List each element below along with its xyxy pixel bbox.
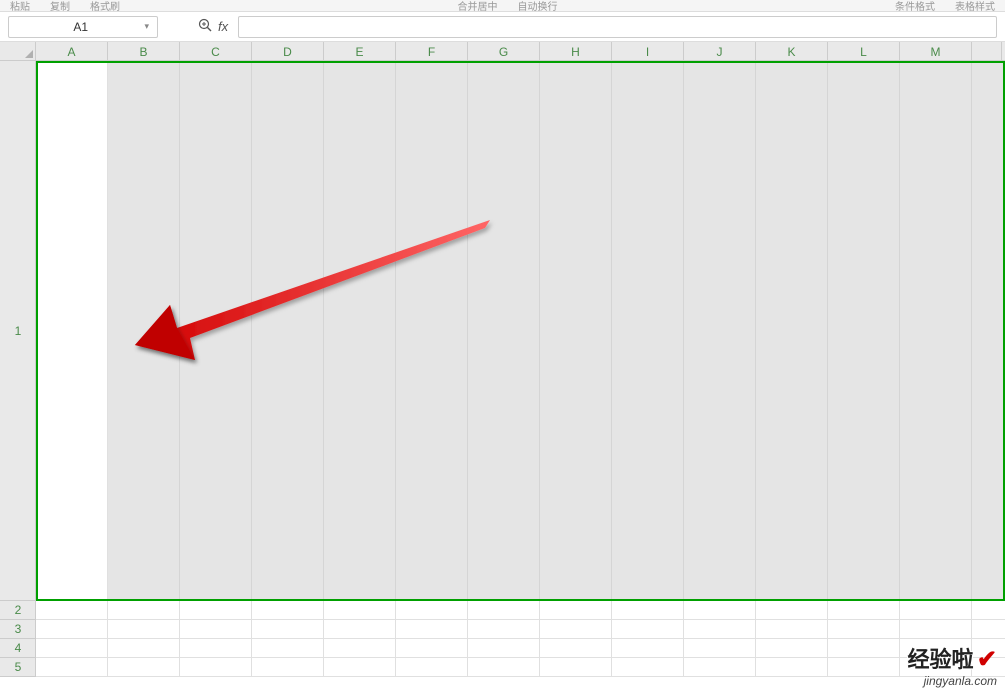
row-header-4[interactable]: 4 xyxy=(0,639,36,658)
col-header-L[interactable]: L xyxy=(828,42,900,61)
col-header-M[interactable]: M xyxy=(900,42,972,61)
cell-H1[interactable] xyxy=(540,61,612,600)
col-header-G[interactable]: G xyxy=(468,42,540,61)
row-1-selected-range[interactable] xyxy=(108,61,1005,600)
cell-M1[interactable] xyxy=(900,61,972,600)
zoom-icon[interactable] xyxy=(198,18,212,35)
toolbar-label-merge[interactable]: 合并居中 xyxy=(448,0,508,12)
fx-label[interactable]: fx xyxy=(218,19,228,34)
cell-A1[interactable] xyxy=(36,61,108,601)
cell-D1[interactable] xyxy=(252,61,324,600)
column-headers: A B C D E F G H I J K L M xyxy=(36,42,1005,61)
watermark-url: jingyanla.com xyxy=(908,674,997,688)
cell-G1[interactable] xyxy=(468,61,540,600)
row-headers: 1 2 3 4 5 xyxy=(0,61,36,677)
name-box[interactable]: A1 ▾ xyxy=(8,16,158,38)
row-header-5[interactable]: 5 xyxy=(0,658,36,677)
row-header-3[interactable]: 3 xyxy=(0,620,36,639)
cell-C1[interactable] xyxy=(180,61,252,600)
col-header-partial[interactable] xyxy=(972,42,1002,61)
chevron-down-icon[interactable]: ▾ xyxy=(144,21,149,32)
checkmark-icon: ✔ xyxy=(977,646,997,673)
row-4[interactable] xyxy=(36,639,1005,658)
col-header-I[interactable]: I xyxy=(612,42,684,61)
select-all-corner[interactable] xyxy=(0,42,36,61)
toolbar-label-table-style[interactable]: 表格样式 xyxy=(945,0,1005,12)
cell-E1[interactable] xyxy=(324,61,396,600)
ribbon-toolbar: 粘贴 复制 格式刷 合并居中 自动换行 条件格式 表格样式 xyxy=(0,0,1005,12)
toolbar-label-wrap[interactable]: 自动换行 xyxy=(508,0,568,12)
col-header-E[interactable]: E xyxy=(324,42,396,61)
toolbar-label-cond-format[interactable]: 条件格式 xyxy=(885,0,945,12)
name-box-value: A1 xyxy=(17,20,144,34)
toolbar-label-format-painter[interactable]: 格式刷 xyxy=(80,0,130,12)
cells-area[interactable] xyxy=(36,61,1005,677)
formula-input[interactable] xyxy=(238,16,997,38)
cell-I1[interactable] xyxy=(612,61,684,600)
watermark: 经验啦 ✔ jingyanla.com xyxy=(908,642,997,688)
col-header-B[interactable]: B xyxy=(108,42,180,61)
cell-F1[interactable] xyxy=(396,61,468,600)
cell-L1[interactable] xyxy=(828,61,900,600)
cell-J1[interactable] xyxy=(684,61,756,600)
row-1[interactable] xyxy=(36,61,1005,601)
watermark-text: 经验啦 xyxy=(908,647,974,672)
row-2[interactable] xyxy=(36,601,1005,620)
spreadsheet-grid: A B C D E F G H I J K L M 1 2 3 4 5 xyxy=(0,42,1005,696)
row-header-2[interactable]: 2 xyxy=(0,601,36,620)
toolbar-label-paste[interactable]: 粘贴 xyxy=(0,0,40,12)
col-header-C[interactable]: C xyxy=(180,42,252,61)
col-header-D[interactable]: D xyxy=(252,42,324,61)
corner-triangle-icon xyxy=(25,50,33,58)
row-5[interactable] xyxy=(36,658,1005,677)
cell-B1[interactable] xyxy=(108,61,180,600)
row-3[interactable] xyxy=(36,620,1005,639)
col-header-F[interactable]: F xyxy=(396,42,468,61)
col-header-K[interactable]: K xyxy=(756,42,828,61)
cell-A2[interactable] xyxy=(36,601,108,619)
cell-K1[interactable] xyxy=(756,61,828,600)
col-header-A[interactable]: A xyxy=(36,42,108,61)
formula-bar-row: A1 ▾ fx xyxy=(0,12,1005,42)
toolbar-label-copy[interactable]: 复制 xyxy=(40,0,80,12)
col-header-H[interactable]: H xyxy=(540,42,612,61)
col-header-J[interactable]: J xyxy=(684,42,756,61)
row-header-1[interactable]: 1 xyxy=(0,61,36,601)
